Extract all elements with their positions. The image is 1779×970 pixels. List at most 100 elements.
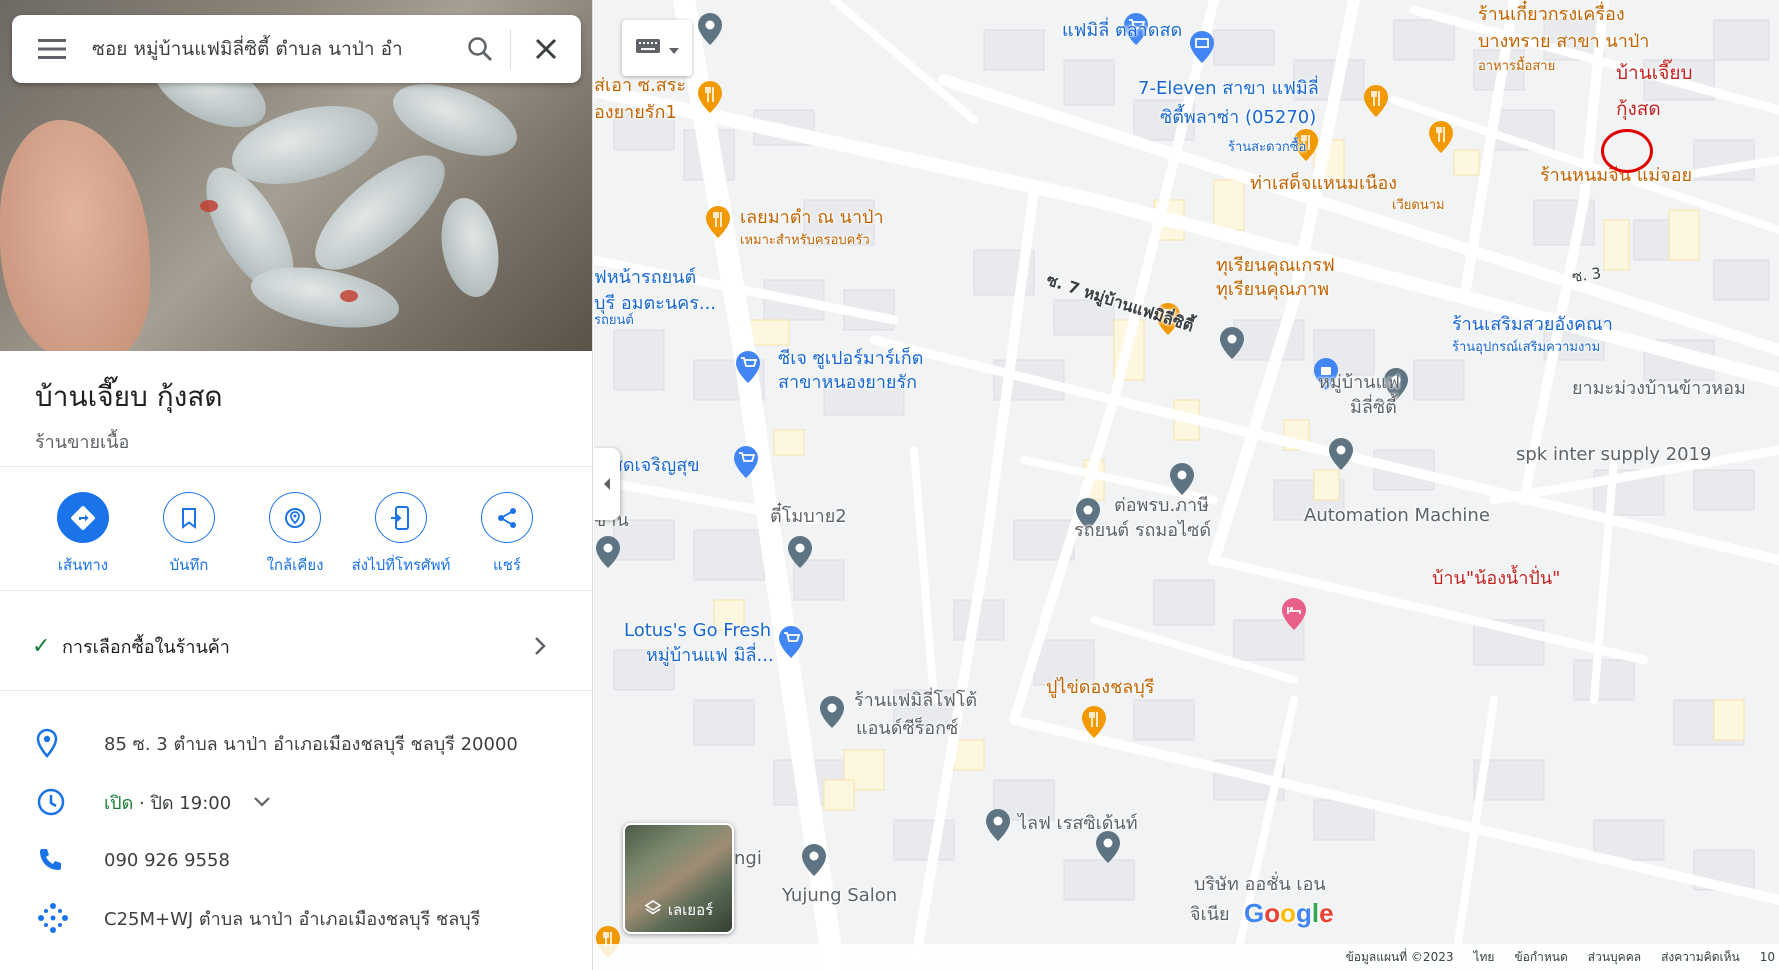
map-label[interactable]: ไลฟ เรสซิเด้นท์ [1018, 813, 1138, 836]
map-label[interactable]: เวียดนาม [1392, 198, 1445, 214]
directions-label: เส้นทาง [57, 556, 109, 574]
collapse-panel-button[interactable] [594, 448, 620, 520]
clock-icon [36, 787, 104, 817]
map-label[interactable]: แอนด์ซีร็อกซ์ [856, 718, 958, 741]
map-label[interactable]: แฟมิลี่ ตลาดสด [1062, 20, 1182, 43]
map-pin-icon[interactable] [818, 695, 846, 729]
phone-icon [36, 846, 104, 874]
map-label[interactable]: ยามะม่วงบ้านข้าวหอม [1572, 378, 1746, 401]
restaurant-pin-icon[interactable] [1080, 705, 1108, 739]
map-label[interactable]: Lotus's Go Fresh [624, 620, 771, 643]
map-label[interactable]: ทุเรียนคุณภาพ [1216, 279, 1329, 302]
map-label[interactable]: ฟหน้ารถยนต์ [594, 267, 696, 290]
map-canvas[interactable]: แฟมิลี่ ตลาดสด 7-Eleven สาขา แฟมิลี่ ซิต… [594, 0, 1779, 970]
search-icon[interactable] [450, 15, 510, 83]
map-label[interactable]: ร้านแฟมิลี่โฟโต้ [854, 690, 977, 713]
chevron-down-icon[interactable] [253, 793, 271, 812]
map-label[interactable]: Automation Machine [1304, 505, 1490, 528]
restaurant-pin-icon[interactable] [1362, 84, 1390, 118]
phone-row[interactable]: 090 926 9558 [36, 840, 576, 880]
keyboard-button[interactable] [622, 20, 692, 76]
close-icon[interactable] [511, 15, 581, 83]
map-label[interactable]: ตี๋โมบาย2 [770, 506, 847, 529]
map-label[interactable]: จิเนีย [1190, 904, 1230, 927]
shopping-cart-pin-icon[interactable] [734, 350, 762, 384]
directions-button[interactable]: เส้นทาง [30, 492, 136, 577]
map-label[interactable]: หมู่บ้านแฟ [1318, 372, 1400, 395]
photo-shrimp-tail [200, 200, 218, 212]
map-pin-icon[interactable] [800, 843, 828, 877]
map-label[interactable]: บางทราย สาขา นาป่า [1478, 31, 1649, 54]
feedback-link[interactable]: ส่งความคิดเห็น [1661, 948, 1740, 967]
map-label[interactable]: ซีเจ ซูเปอร์มาร์เก็ต [778, 348, 923, 371]
map-pin-icon[interactable] [786, 535, 814, 569]
send-to-phone-button[interactable]: ส่งไปที่โทรศัพท์ [348, 492, 454, 577]
bookmark-icon [163, 492, 215, 543]
map-label[interactable]: หมู่บ้านแฟ มิลี่... [646, 645, 774, 668]
map-label[interactable]: ซิตี้พลาซ่า (05270) [1160, 107, 1316, 130]
place-category[interactable]: ร้านขายเนื้อ [35, 427, 223, 456]
hotel-pin-icon[interactable] [1280, 597, 1308, 631]
plus-code-row[interactable]: C25M+WJ ตำบล นาป่า อำเภอเมืองชลบุรี ชลบุ… [36, 898, 576, 938]
map-label[interactable]: ต่อพรบ.ภาษี [1114, 495, 1209, 518]
nearby-button[interactable]: ใกล้เคียง [242, 492, 348, 577]
map-label[interactable]: บ้าน"น้องน้ำปั่น" [1432, 568, 1560, 591]
google-logo-letter: G [1244, 898, 1265, 928]
send-to-phone-label: ส่งไปที่โทรศัพท์ [351, 556, 451, 574]
map-label[interactable]: ร้านสะดวกซื้อ [1228, 140, 1306, 156]
map-label[interactable]: รถยนต์ รถมอไซด์ [1074, 520, 1211, 543]
map-data-credit: ข้อมูลแผนที่ ©2023 [1345, 949, 1454, 964]
map-attribution-bar: ข้อมูลแผนที่ ©2023 ไทย ข้อกำหนด ส่วนบุคค… [594, 944, 1779, 970]
place-panel: ซอย หมู่บ้านแฟมิลี่ซิตี้ ตำบล นาป่า อำ บ… [0, 0, 593, 970]
map-label[interactable]: เลยมาตำ ณ นาป่า [740, 207, 884, 230]
map-label[interactable]: รถยนต์ [594, 313, 634, 329]
search-input[interactable]: ซอย หมู่บ้านแฟมิลี่ซิตี้ ตำบล นาป่า อำ [92, 34, 450, 64]
map-pin-icon[interactable] [1327, 437, 1355, 471]
address-row[interactable]: 85 ซ. 3 ตำบล นาป่า อำเภอเมืองชลบุรี ชลบุ… [36, 723, 576, 763]
map-label[interactable]: Yujung Salon [782, 885, 897, 908]
map-label[interactable]: ร้านเกี๋ยวกรงเครื่อง [1478, 4, 1625, 27]
annotation-label: บ้านเจี๊ยบ [1616, 62, 1693, 84]
map-label[interactable]: อาหารมื้อสาย [1478, 59, 1555, 75]
photo-shrimp [434, 193, 506, 302]
store-pin-icon[interactable] [1188, 30, 1216, 64]
chevron-right-icon [528, 636, 552, 656]
restaurant-pin-icon[interactable] [1427, 120, 1455, 154]
map-label[interactable]: มิลี่ซิตี้ [1350, 397, 1397, 420]
language-link[interactable]: ไทย [1473, 948, 1494, 967]
divider [0, 590, 592, 591]
map-label[interactable]: ร้านเสริมสวยอังคณา [1452, 314, 1613, 337]
map-pin-icon[interactable] [1218, 326, 1246, 360]
shopping-option-row[interactable]: ✓ การเลือกซื้อในร้านค้า [32, 628, 552, 664]
save-button[interactable]: บันทึก [136, 492, 242, 577]
highlight-circle [1601, 129, 1653, 173]
restaurant-pin-icon[interactable] [696, 80, 724, 114]
scale-label: 10 [1759, 950, 1775, 964]
shopping-cart-pin-icon[interactable] [732, 445, 760, 479]
menu-icon[interactable] [12, 15, 92, 83]
map-pin-icon[interactable] [594, 535, 622, 569]
map-label[interactable]: เหมาะสำหรับครอบครัว [740, 233, 870, 249]
map-label[interactable]: ร้านอุปกรณ์เสริมความงาม [1452, 340, 1600, 356]
hours-row[interactable]: เปิด · ปิด 19:00 [36, 782, 576, 822]
map-label[interactable]: บริษัท ออชั่น เอน [1194, 874, 1326, 897]
map-label[interactable]: ท่าเสด็จแหนมเนือง [1250, 173, 1397, 196]
map-label[interactable]: ngi [734, 848, 762, 871]
map-label[interactable]: ทุเรียนคุณเกรฟ [1216, 255, 1335, 278]
map-label[interactable]: องยายรัก1 [594, 102, 677, 125]
shopping-cart-pin-icon[interactable] [777, 625, 805, 659]
map-label[interactable]: ปูไข่ดองชลบุรี [1046, 677, 1154, 700]
map-label[interactable]: ส่เอา ซ.สระ [594, 75, 686, 98]
map-label[interactable]: 7-Eleven สาขา แฟมิลี่ [1138, 78, 1319, 101]
map-pin-icon[interactable] [696, 12, 724, 46]
map-pin-icon[interactable] [1168, 462, 1196, 496]
layers-button[interactable]: เลเยอร์ [623, 823, 734, 934]
restaurant-pin-icon[interactable] [704, 205, 732, 239]
search-box[interactable]: ซอย หมู่บ้านแฟมิลี่ซิตี้ ตำบล นาป่า อำ [12, 15, 581, 83]
map-pin-icon[interactable] [984, 808, 1012, 842]
terms-link[interactable]: ข้อกำหนด [1514, 948, 1567, 967]
share-button[interactable]: แชร์ [454, 492, 560, 577]
map-label[interactable]: สาขาหนองยายรัก [778, 372, 917, 395]
privacy-link[interactable]: ส่วนบุคคล [1588, 948, 1641, 967]
map-label[interactable]: spk inter supply 2019 [1516, 444, 1711, 467]
